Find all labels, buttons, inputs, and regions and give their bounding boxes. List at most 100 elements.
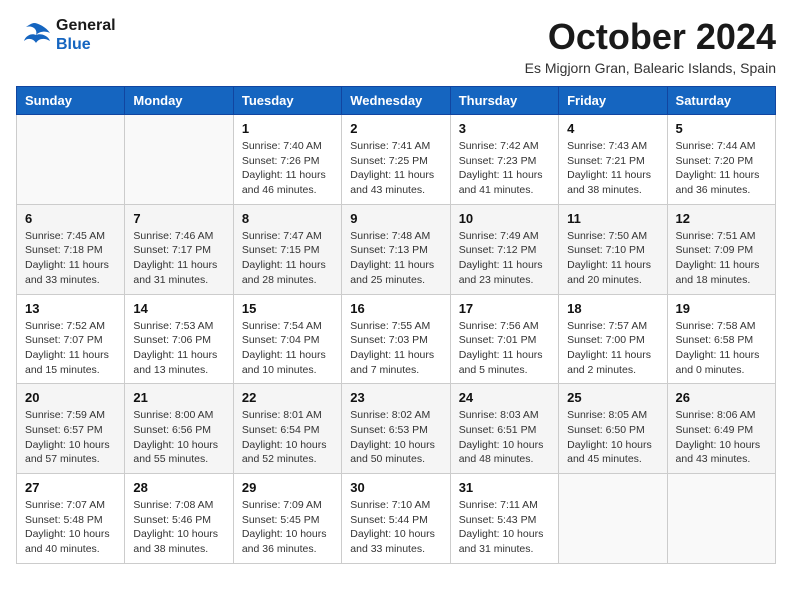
day-info: Sunrise: 7:41 AM Sunset: 7:25 PM Dayligh… [350, 139, 441, 198]
day-info: Sunrise: 7:55 AM Sunset: 7:03 PM Dayligh… [350, 319, 441, 378]
col-header-tuesday: Tuesday [233, 87, 341, 115]
day-info: Sunrise: 8:05 AM Sunset: 6:50 PM Dayligh… [567, 408, 658, 467]
calendar-cell: 16Sunrise: 7:55 AM Sunset: 7:03 PM Dayli… [342, 294, 450, 384]
week-row-4: 20 Sunrise: 7:59 AM Sunset: 6:57 PM Dayli… [17, 384, 776, 474]
day-number: 21 [133, 390, 224, 405]
calendar-cell: 13Sunrise: 7:52 AM Sunset: 7:07 PM Dayli… [17, 294, 125, 384]
day-number: 14 [133, 301, 224, 316]
calendar-cell: 20 Sunrise: 7:59 AM Sunset: 6:57 PM Dayli… [17, 384, 125, 474]
day-number: 6 [25, 211, 116, 226]
day-info: Sunrise: 7:48 AM Sunset: 7:13 PM Dayligh… [350, 229, 441, 288]
day-info: Sunrise: 7:45 AM Sunset: 7:18 PM Dayligh… [25, 229, 116, 288]
day-info: Sunrise: 7:46 AM Sunset: 7:17 PM Dayligh… [133, 229, 224, 288]
calendar-cell: 21 Sunrise: 8:00 AM Sunset: 6:56 PM Dayli… [125, 384, 233, 474]
day-info: Sunrise: 8:06 AM Sunset: 6:49 PM Dayligh… [676, 408, 767, 467]
calendar-cell: 4 Sunrise: 7:43 AM Sunset: 7:21 PM Daylig… [559, 115, 667, 205]
calendar-cell: 7 Sunrise: 7:46 AM Sunset: 7:17 PM Daylig… [125, 204, 233, 294]
col-header-friday: Friday [559, 87, 667, 115]
location: Es Migjorn Gran, Balearic Islands, Spain [525, 60, 776, 76]
day-info: Sunrise: 7:56 AM Sunset: 7:01 PM Dayligh… [459, 319, 550, 378]
col-header-wednesday: Wednesday [342, 87, 450, 115]
week-row-2: 6 Sunrise: 7:45 AM Sunset: 7:18 PM Daylig… [17, 204, 776, 294]
logo-text: General Blue [56, 16, 116, 54]
day-info: Sunrise: 7:51 AM Sunset: 7:09 PM Dayligh… [676, 229, 767, 288]
day-info: Sunrise: 7:52 AM Sunset: 7:07 PM Dayligh… [25, 319, 116, 378]
calendar-cell: 1 Sunrise: 7:40 AM Sunset: 7:26 PM Daylig… [233, 115, 341, 205]
day-info: Sunrise: 7:09 AM Sunset: 5:45 PM Dayligh… [242, 498, 333, 557]
calendar-cell: 11 Sunrise: 7:50 AM Sunset: 7:10 PM Dayli… [559, 204, 667, 294]
day-number: 27 [25, 480, 116, 495]
calendar-cell: 28Sunrise: 7:08 AM Sunset: 5:46 PM Dayli… [125, 474, 233, 564]
logo: General Blue [16, 16, 116, 54]
week-row-5: 27 Sunrise: 7:07 AM Sunset: 5:48 PM Dayli… [17, 474, 776, 564]
day-info: Sunrise: 7:43 AM Sunset: 7:21 PM Dayligh… [567, 139, 658, 198]
calendar-cell [125, 115, 233, 205]
day-info: Sunrise: 7:10 AM Sunset: 5:44 PM Dayligh… [350, 498, 441, 557]
calendar-cell: 31 Sunrise: 7:11 AM Sunset: 5:43 PM Dayli… [450, 474, 558, 564]
day-info: Sunrise: 7:54 AM Sunset: 7:04 PM Dayligh… [242, 319, 333, 378]
title-block: October 2024 Es Migjorn Gran, Balearic I… [525, 16, 776, 76]
day-info: Sunrise: 8:03 AM Sunset: 6:51 PM Dayligh… [459, 408, 550, 467]
calendar-cell: 6 Sunrise: 7:45 AM Sunset: 7:18 PM Daylig… [17, 204, 125, 294]
day-info: Sunrise: 7:07 AM Sunset: 5:48 PM Dayligh… [25, 498, 116, 557]
day-number: 2 [350, 121, 441, 136]
col-header-sunday: Sunday [17, 87, 125, 115]
calendar-cell: 12 Sunrise: 7:51 AM Sunset: 7:09 PM Dayli… [667, 204, 775, 294]
day-info: Sunrise: 7:47 AM Sunset: 7:15 PM Dayligh… [242, 229, 333, 288]
col-header-monday: Monday [125, 87, 233, 115]
day-info: Sunrise: 7:53 AM Sunset: 7:06 PM Dayligh… [133, 319, 224, 378]
calendar-cell: 19 Sunrise: 7:58 AM Sunset: 6:58 PM Dayli… [667, 294, 775, 384]
day-number: 7 [133, 211, 224, 226]
day-number: 29 [242, 480, 333, 495]
day-info: Sunrise: 7:42 AM Sunset: 7:23 PM Dayligh… [459, 139, 550, 198]
calendar-cell [667, 474, 775, 564]
day-number: 4 [567, 121, 658, 136]
day-number: 17 [459, 301, 550, 316]
calendar-cell: 24 Sunrise: 8:03 AM Sunset: 6:51 PM Dayli… [450, 384, 558, 474]
day-info: Sunrise: 7:44 AM Sunset: 7:20 PM Dayligh… [676, 139, 767, 198]
day-number: 25 [567, 390, 658, 405]
day-number: 23 [350, 390, 441, 405]
day-number: 20 [25, 390, 116, 405]
calendar-cell: 14 Sunrise: 7:53 AM Sunset: 7:06 PM Dayli… [125, 294, 233, 384]
calendar-table: SundayMondayTuesdayWednesdayThursdayFrid… [16, 86, 776, 564]
day-info: Sunrise: 7:08 AM Sunset: 5:46 PM Dayligh… [133, 498, 224, 557]
day-number: 19 [676, 301, 767, 316]
day-number: 12 [676, 211, 767, 226]
calendar-cell [559, 474, 667, 564]
calendar-cell: 2 Sunrise: 7:41 AM Sunset: 7:25 PM Daylig… [342, 115, 450, 205]
week-row-3: 13Sunrise: 7:52 AM Sunset: 7:07 PM Dayli… [17, 294, 776, 384]
calendar-cell: 9Sunrise: 7:48 AM Sunset: 7:13 PM Daylig… [342, 204, 450, 294]
day-info: Sunrise: 7:49 AM Sunset: 7:12 PM Dayligh… [459, 229, 550, 288]
logo-bird-icon [16, 19, 52, 51]
day-number: 30 [350, 480, 441, 495]
calendar-cell: 22Sunrise: 8:01 AM Sunset: 6:54 PM Dayli… [233, 384, 341, 474]
day-number: 31 [459, 480, 550, 495]
day-number: 11 [567, 211, 658, 226]
day-info: Sunrise: 7:40 AM Sunset: 7:26 PM Dayligh… [242, 139, 333, 198]
day-info: Sunrise: 7:58 AM Sunset: 6:58 PM Dayligh… [676, 319, 767, 378]
calendar-header-row: SundayMondayTuesdayWednesdayThursdayFrid… [17, 87, 776, 115]
day-number: 8 [242, 211, 333, 226]
calendar-cell: 27 Sunrise: 7:07 AM Sunset: 5:48 PM Dayli… [17, 474, 125, 564]
day-info: Sunrise: 8:01 AM Sunset: 6:54 PM Dayligh… [242, 408, 333, 467]
day-info: Sunrise: 8:00 AM Sunset: 6:56 PM Dayligh… [133, 408, 224, 467]
calendar-cell: 17 Sunrise: 7:56 AM Sunset: 7:01 PM Dayli… [450, 294, 558, 384]
day-number: 26 [676, 390, 767, 405]
day-info: Sunrise: 7:59 AM Sunset: 6:57 PM Dayligh… [25, 408, 116, 467]
day-info: Sunrise: 8:02 AM Sunset: 6:53 PM Dayligh… [350, 408, 441, 467]
calendar-cell: 3Sunrise: 7:42 AM Sunset: 7:23 PM Daylig… [450, 115, 558, 205]
col-header-saturday: Saturday [667, 87, 775, 115]
day-number: 1 [242, 121, 333, 136]
calendar-cell: 18Sunrise: 7:57 AM Sunset: 7:00 PM Dayli… [559, 294, 667, 384]
day-info: Sunrise: 7:11 AM Sunset: 5:43 PM Dayligh… [459, 498, 550, 557]
calendar-cell: 30 Sunrise: 7:10 AM Sunset: 5:44 PM Dayli… [342, 474, 450, 564]
day-number: 24 [459, 390, 550, 405]
week-row-1: 1 Sunrise: 7:40 AM Sunset: 7:26 PM Daylig… [17, 115, 776, 205]
day-number: 15 [242, 301, 333, 316]
calendar-cell: 8 Sunrise: 7:47 AM Sunset: 7:15 PM Daylig… [233, 204, 341, 294]
calendar-cell: 23 Sunrise: 8:02 AM Sunset: 6:53 PM Dayli… [342, 384, 450, 474]
day-number: 5 [676, 121, 767, 136]
calendar-cell: 15 Sunrise: 7:54 AM Sunset: 7:04 PM Dayli… [233, 294, 341, 384]
day-info: Sunrise: 7:50 AM Sunset: 7:10 PM Dayligh… [567, 229, 658, 288]
